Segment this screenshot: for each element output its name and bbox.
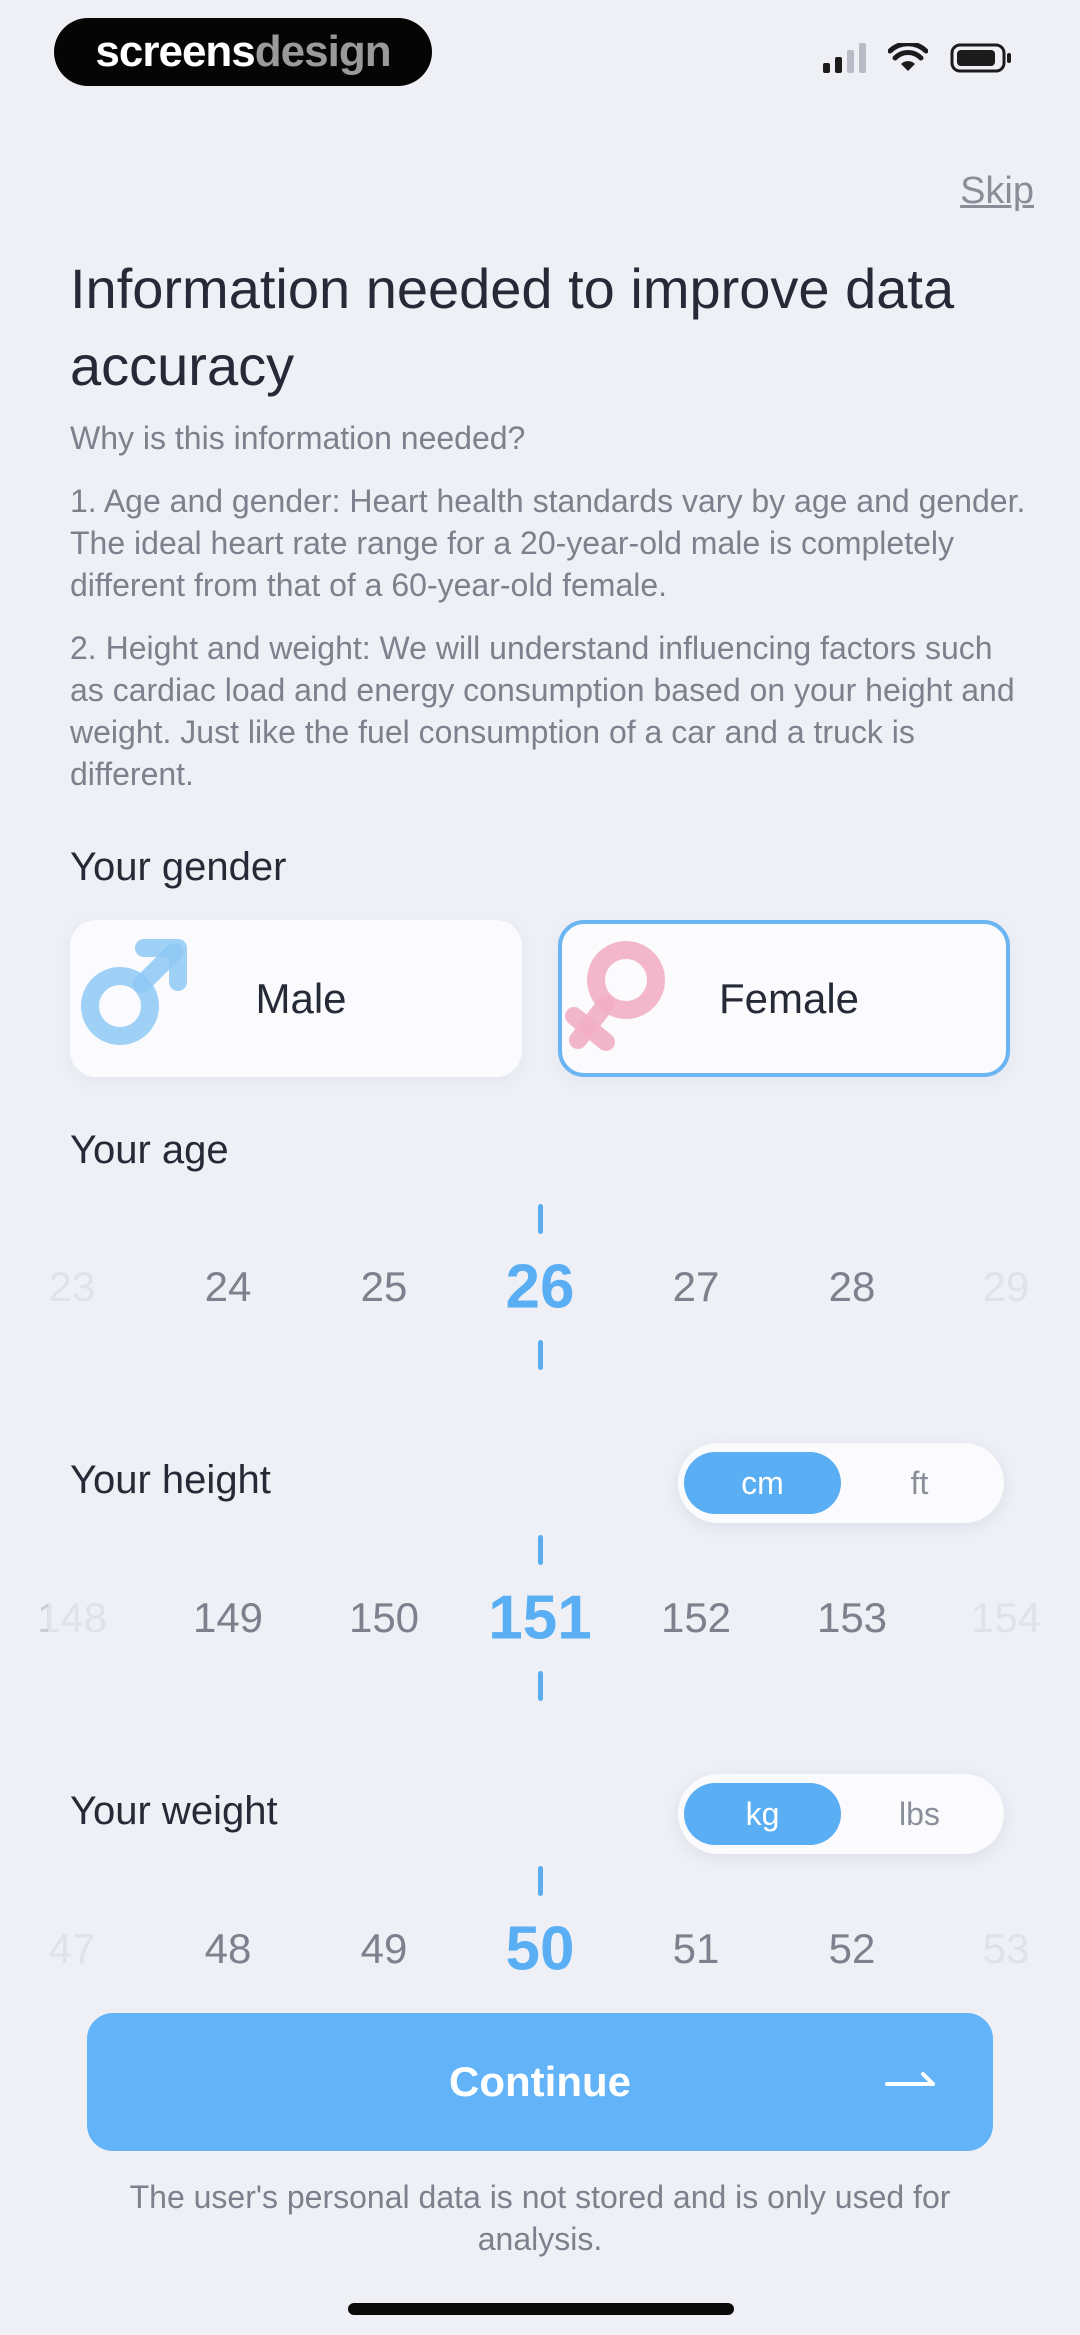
female-label: Female <box>718 974 860 1022</box>
continue-button[interactable]: Continue <box>87 2013 993 2151</box>
arrow-right-icon <box>885 2072 935 2086</box>
gender-label: Your gender <box>70 845 287 889</box>
picker-fade-left <box>48 1212 183 1372</box>
age-label: Your age <box>70 1128 229 1172</box>
male-symbol-icon <box>81 939 187 1045</box>
picker-fade-left <box>48 1874 183 2034</box>
age-value[interactable]: 25 <box>361 1263 408 1311</box>
height-value[interactable]: 149 <box>193 1594 263 1642</box>
unit-ft-option[interactable]: ft <box>841 1452 998 1514</box>
male-option[interactable]: Male <box>70 920 522 1077</box>
skip-link[interactable]: Skip <box>960 170 1034 213</box>
unit-lbs-option[interactable]: lbs <box>841 1783 998 1845</box>
picker-marker-bottom <box>538 1671 543 1701</box>
unit-cm-option[interactable]: cm <box>684 1452 841 1514</box>
continue-label: Continue <box>449 2058 631 2105</box>
battery-icon <box>950 43 1011 73</box>
male-label: Male <box>255 974 347 1022</box>
reason-age-gender: 1. Age and gender: Heart health standard… <box>70 483 1026 603</box>
picker-marker-top <box>538 1866 543 1896</box>
height-picker[interactable]: 148 149 150 151 152 153 154 <box>0 1533 1080 1703</box>
height-value[interactable]: 152 <box>661 1594 731 1642</box>
why-heading: Why is this information needed? <box>70 420 526 456</box>
screensdesign-watermark: screens design <box>54 18 432 86</box>
weight-value-selected[interactable]: 50 <box>506 1914 575 1985</box>
height-value[interactable]: 150 <box>349 1594 419 1642</box>
signal-icon <box>823 43 866 73</box>
picker-marker-bottom <box>538 1340 543 1370</box>
weight-picker[interactable]: 47 48 49 50 51 52 53 <box>0 1864 1080 2034</box>
privacy-footnote: The user's personal data is not stored a… <box>129 2179 951 2257</box>
height-value-selected[interactable]: 151 <box>488 1583 591 1654</box>
watermark-text-a: screens <box>95 27 255 76</box>
height-label: Your height <box>70 1458 271 1502</box>
female-option[interactable]: Female <box>558 920 1010 1077</box>
picker-fade-left <box>48 1543 183 1703</box>
weight-value[interactable]: 52 <box>829 1925 876 1973</box>
age-picker[interactable]: 23 24 25 26 27 28 29 <box>0 1202 1080 1372</box>
page-title: Information needed to improve data accur… <box>70 257 955 397</box>
picker-marker-top <box>538 1535 543 1565</box>
weight-value[interactable]: 48 <box>205 1925 252 1973</box>
reason-height-weight: 2. Height and weight: We will understand… <box>70 630 1015 792</box>
picker-marker-top <box>538 1204 543 1234</box>
weight-value[interactable]: 51 <box>673 1925 720 1973</box>
age-value[interactable]: 24 <box>205 1263 252 1311</box>
picker-fade-right <box>910 1543 1045 1703</box>
unit-kg-option[interactable]: kg <box>684 1783 841 1845</box>
height-unit-toggle[interactable]: cm ft <box>678 1443 1004 1523</box>
picker-fade-right <box>910 1212 1045 1372</box>
home-indicator[interactable] <box>348 2303 734 2315</box>
wifi-icon <box>888 43 928 71</box>
weight-label: Your weight <box>70 1789 278 1833</box>
status-bar <box>823 42 1014 74</box>
weight-value[interactable]: 49 <box>361 1925 408 1973</box>
watermark-text-b: design <box>254 27 392 76</box>
height-value[interactable]: 153 <box>817 1594 887 1642</box>
age-value[interactable]: 27 <box>673 1263 720 1311</box>
female-symbol-icon <box>565 941 665 1051</box>
picker-fade-right <box>910 1874 1045 2034</box>
age-value[interactable]: 28 <box>829 1263 876 1311</box>
age-value-selected[interactable]: 26 <box>506 1252 575 1323</box>
weight-unit-toggle[interactable]: kg lbs <box>678 1774 1004 1854</box>
